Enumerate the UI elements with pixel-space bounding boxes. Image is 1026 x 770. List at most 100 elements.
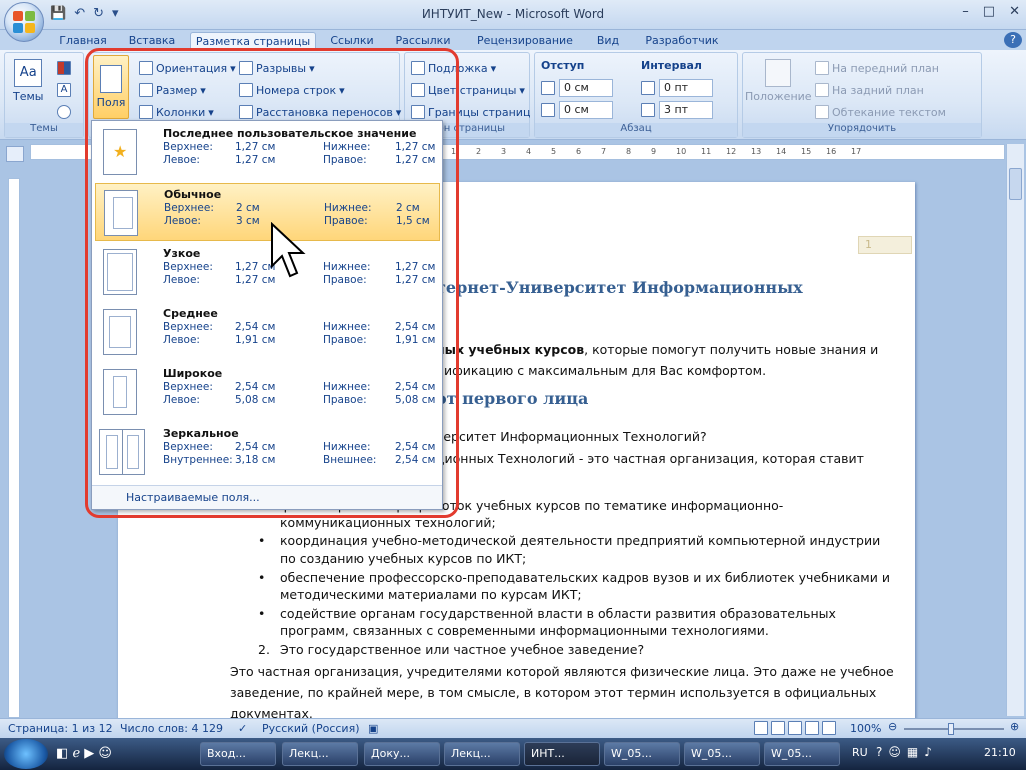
zoom-slider[interactable]: [904, 728, 1004, 730]
zoom-slider-thumb[interactable]: [948, 723, 954, 735]
theme-effects-icon[interactable]: [57, 105, 71, 119]
ie-icon[interactable]: ℯ: [72, 746, 80, 761]
theme-colors-icon[interactable]: [57, 61, 71, 75]
send-back-icon: [815, 83, 829, 97]
margin-option-last-custom[interactable]: ★ Последнее пользовательское значение Ве…: [95, 123, 440, 181]
dropdown-arrow-icon: ▾: [200, 83, 206, 97]
spacing-after-field[interactable]: 3 пт: [659, 101, 713, 119]
tab-home[interactable]: Главная: [54, 32, 112, 50]
tab-view[interactable]: Вид: [590, 32, 626, 50]
draft-view-icon[interactable]: [822, 721, 836, 735]
macro-record-icon[interactable]: ▣: [368, 722, 378, 735]
breaks-button[interactable]: Разрывы ▾: [239, 61, 315, 75]
breaks-icon: [239, 61, 253, 75]
doc-bullet-text: по созданию учебных курсов по ИКТ;: [280, 551, 527, 566]
margin-option-mirrored[interactable]: Зеркальное Верхнее: 2,54 см Нижнее: 2,54 см…: [95, 423, 440, 481]
vertical-ruler[interactable]: [8, 178, 20, 718]
margins-button[interactable]: Поля: [93, 55, 129, 119]
help-tray-icon[interactable]: ?: [876, 745, 882, 759]
maximize-button[interactable]: □: [983, 4, 995, 19]
margin-option-name: Узкое: [163, 247, 201, 260]
zoom-in-icon[interactable]: ⊕: [1010, 720, 1019, 733]
vertical-scrollbar[interactable]: [1006, 144, 1024, 716]
office-button[interactable]: [4, 2, 44, 42]
taskbar-item[interactable]: W_05...: [684, 742, 760, 766]
page-color-button[interactable]: Цвет страницы ▾: [411, 83, 525, 97]
ruler-mark: 12: [726, 147, 737, 156]
outline-view-icon[interactable]: [805, 721, 819, 735]
zoom-level[interactable]: 100%: [850, 722, 881, 735]
taskbar-item[interactable]: Лекц...: [282, 742, 358, 766]
taskbar-item-active[interactable]: ИНТ...: [524, 742, 600, 766]
bring-front-button[interactable]: На передний план: [815, 61, 939, 75]
tab-insert[interactable]: Вставка: [122, 32, 182, 50]
mouse-cursor-icon: [271, 222, 306, 278]
margin-thumb-icon: [103, 309, 137, 355]
doc-bullet-text: обеспечение профессорско-преподавательск…: [280, 570, 890, 585]
minimize-button[interactable]: –: [962, 4, 969, 19]
clock[interactable]: 21:10: [984, 746, 1016, 759]
send-back-button[interactable]: На задний план: [815, 83, 924, 97]
spacing-before-field[interactable]: 0 пт: [659, 79, 713, 97]
explorer-icon[interactable]: ◧: [56, 746, 68, 761]
margin-option-moderate[interactable]: Среднее Верхнее: 2,54 см Нижнее: 2,54 см Ле…: [95, 303, 440, 361]
hyphenation-button[interactable]: Расстановка переносов ▾: [239, 105, 401, 119]
theme-fonts-icon[interactable]: A: [57, 83, 71, 97]
status-language[interactable]: Русский (Россия): [262, 722, 360, 735]
spacing-label: Интервал: [641, 59, 702, 72]
web-layout-view-icon[interactable]: [788, 721, 802, 735]
network-tray-icon[interactable]: ▦: [907, 745, 918, 759]
margin-option-name: Среднее: [163, 307, 218, 320]
line-numbers-button[interactable]: Номера строк ▾: [239, 83, 345, 97]
ruler-mark: 3: [501, 147, 507, 156]
orientation-button[interactable]: Ориентация ▾: [139, 61, 236, 75]
volume-tray-icon[interactable]: ♪: [924, 745, 932, 759]
taskbar-item[interactable]: Вход...: [200, 742, 276, 766]
indent-right-field[interactable]: 0 см: [559, 101, 613, 119]
taskbar-item[interactable]: W_05...: [604, 742, 680, 766]
taskbar-item[interactable]: Лекц...: [444, 742, 520, 766]
indent-left-field[interactable]: 0 см: [559, 79, 613, 97]
page-borders-button[interactable]: Границы страниц: [411, 105, 530, 119]
tab-developer[interactable]: Разработчик: [636, 32, 728, 50]
media-player-icon[interactable]: ▶: [84, 746, 94, 761]
size-button[interactable]: Размер ▾: [139, 83, 206, 97]
status-page[interactable]: Страница: 1 из 12: [8, 722, 113, 735]
tab-references[interactable]: Ссылки: [324, 32, 380, 50]
bullet-icon: •: [258, 533, 266, 548]
tab-mailings[interactable]: Рассылки: [392, 32, 454, 50]
themes-button[interactable]: Aa Темы: [13, 59, 43, 103]
spellcheck-icon[interactable]: ✓: [238, 722, 247, 735]
watermark-button[interactable]: Подложка ▾: [411, 61, 496, 75]
tab-review[interactable]: Рецензирование: [468, 32, 582, 50]
margin-option-wide[interactable]: Широкое Верхнее: 2,54 см Нижнее: 2,54 см Ле…: [95, 363, 440, 421]
indent-left-icon: [541, 81, 555, 95]
close-button[interactable]: ✕: [1009, 4, 1020, 19]
taskbar-item[interactable]: W_05...: [764, 742, 840, 766]
text-wrap-button[interactable]: Обтекание текстом: [815, 105, 946, 119]
help-icon[interactable]: ?: [1004, 32, 1022, 48]
custom-margins-button[interactable]: Настраиваемые поля...: [92, 485, 442, 509]
doc-bullet-text: содействие органам государственной власт…: [280, 606, 836, 621]
window-controls: – □ ✕: [962, 4, 1020, 19]
doc-line-4: ционных Технологий - это частная организ…: [436, 451, 864, 466]
ruler-toggle-button[interactable]: [6, 146, 24, 162]
margin-option-narrow[interactable]: Узкое Верхнее: 1,27 см Нижнее: 1,27 см Лево…: [95, 243, 440, 301]
messenger-icon[interactable]: ☺: [98, 746, 112, 761]
status-word-count[interactable]: Число слов: 4 129: [120, 722, 223, 735]
taskbar-item[interactable]: Доку...: [364, 742, 440, 766]
themes-group-label: Темы: [5, 123, 83, 137]
themes-group: Aa Темы A Темы: [4, 52, 84, 138]
messenger-tray-icon[interactable]: ☺: [888, 745, 901, 759]
zoom-out-icon[interactable]: ⊖: [888, 720, 897, 733]
language-indicator[interactable]: RU: [852, 746, 868, 759]
print-layout-view-icon[interactable]: [754, 721, 768, 735]
orientation-icon: [139, 61, 153, 75]
start-button[interactable]: [4, 739, 48, 769]
columns-button[interactable]: Колонки ▾: [139, 105, 214, 119]
full-screen-view-icon[interactable]: [771, 721, 785, 735]
position-button[interactable]: Положение: [745, 59, 812, 103]
tab-page-layout[interactable]: Разметка страницы: [190, 32, 316, 50]
scrollbar-thumb[interactable]: [1009, 168, 1022, 200]
margin-option-normal[interactable]: Обычное Верхнее: 2 см Нижнее: 2 см Левое: 3 …: [95, 183, 440, 241]
